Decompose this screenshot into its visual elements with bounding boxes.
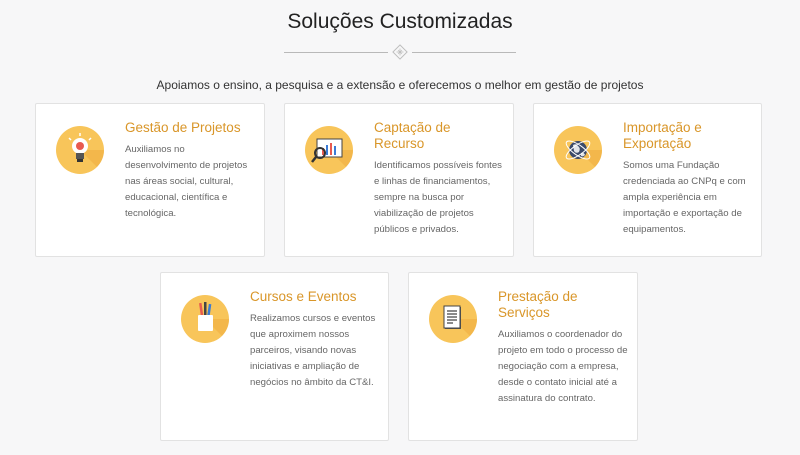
service-card-captacao-recurso[interactable]: Captação de Recurso Identificamos possív…	[284, 103, 514, 257]
service-card-prestacao-servicos[interactable]: Prestação de Serviços Auxiliamos o coord…	[408, 272, 638, 441]
divider-line-right	[412, 52, 516, 53]
magnifier-chart-icon	[305, 126, 353, 174]
pencil-cup-icon	[181, 295, 229, 343]
card-title: Prestação de Serviços	[498, 289, 578, 320]
lightbulb-icon	[56, 126, 104, 174]
title-divider	[0, 44, 800, 60]
page-subtitle: Apoiamos o ensino, a pesquisa e a extens…	[156, 78, 644, 92]
card-title: Captação de Recurso	[374, 120, 451, 151]
card-title: Cursos e Eventos	[250, 289, 357, 304]
card-description: Auxiliamos o coordenador do projeto em t…	[498, 329, 628, 404]
service-card-importacao-exportacao[interactable]: Importação e Exportação Somos uma Fundaç…	[533, 103, 762, 257]
globe-icon	[554, 126, 602, 174]
card-title: Gestão de Projetos	[125, 120, 241, 135]
page-title: Soluções Customizadas	[287, 10, 513, 33]
card-description: Auxiliamos no desenvolvimento de projeto…	[125, 144, 248, 219]
card-description: Somos uma Fundação credenciada ao CNPq e…	[623, 160, 746, 235]
document-icon	[429, 295, 477, 343]
divider-line-left	[284, 52, 388, 53]
card-description: Realizamos cursos e eventos que aproxime…	[250, 313, 376, 388]
service-card-cursos-eventos[interactable]: Cursos e Eventos Realizamos cursos e eve…	[160, 272, 389, 441]
card-title: Importação e Exportação	[623, 120, 702, 151]
service-card-gestao-projetos[interactable]: Gestão de Projetos Auxiliamos no desenvo…	[35, 103, 265, 257]
card-description: Identificamos possíveis fontes e linhas …	[374, 160, 502, 235]
diamond-ornament-icon	[392, 44, 408, 60]
